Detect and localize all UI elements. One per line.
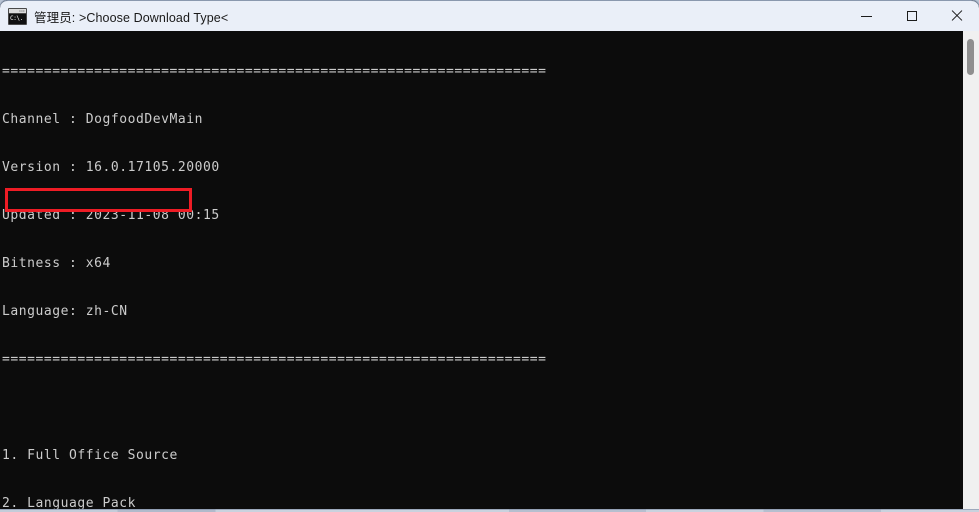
console-window: ••• C:\. 管理员: >Choose Download Type< ===… [0, 0, 979, 509]
window-title: 管理员: >Choose Download Type< [34, 10, 229, 25]
console-text-buffer: ========================================… [2, 32, 546, 509]
minimize-button[interactable] [844, 1, 889, 32]
separator-line-top: ========================================… [2, 64, 547, 79]
console-icon-screen: C:\. [9, 13, 26, 24]
close-button[interactable] [934, 1, 979, 32]
console-icon-dots: ••• [19, 8, 25, 13]
menu-option-full-office-source[interactable]: 1. Full Office Source [2, 448, 546, 464]
maximize-button[interactable] [889, 1, 934, 32]
info-line-channel: Channel : DogfoodDevMain [2, 112, 204, 127]
window-controls [844, 1, 979, 32]
info-line-updated: Updated : 2023-11-08 00:15 [2, 208, 220, 223]
desktop-background: ••• C:\. 管理员: >Choose Download Type< ===… [0, 0, 979, 512]
console-output-area[interactable]: ========================================… [0, 31, 963, 509]
info-line-version: Version : 16.0.17105.20000 [2, 160, 220, 175]
maximize-icon [906, 11, 917, 21]
separator-line-middle: ========================================… [2, 352, 547, 367]
minimize-icon [861, 15, 872, 17]
close-icon [951, 10, 963, 22]
scrollbar-thumb[interactable] [967, 39, 974, 75]
window-titlebar[interactable]: ••• C:\. 管理员: >Choose Download Type< [0, 0, 979, 31]
titlebar-left-group: ••• C:\. 管理员: >Choose Download Type< [0, 1, 844, 31]
console-icon: ••• C:\. [8, 7, 27, 25]
menu-option-language-pack[interactable]: 2. Language Pack [2, 496, 546, 509]
info-line-bitness: Bitness : x64 [2, 256, 111, 271]
info-line-language: Language: zh-CN [2, 304, 128, 319]
vertical-scrollbar[interactable] [963, 31, 979, 509]
